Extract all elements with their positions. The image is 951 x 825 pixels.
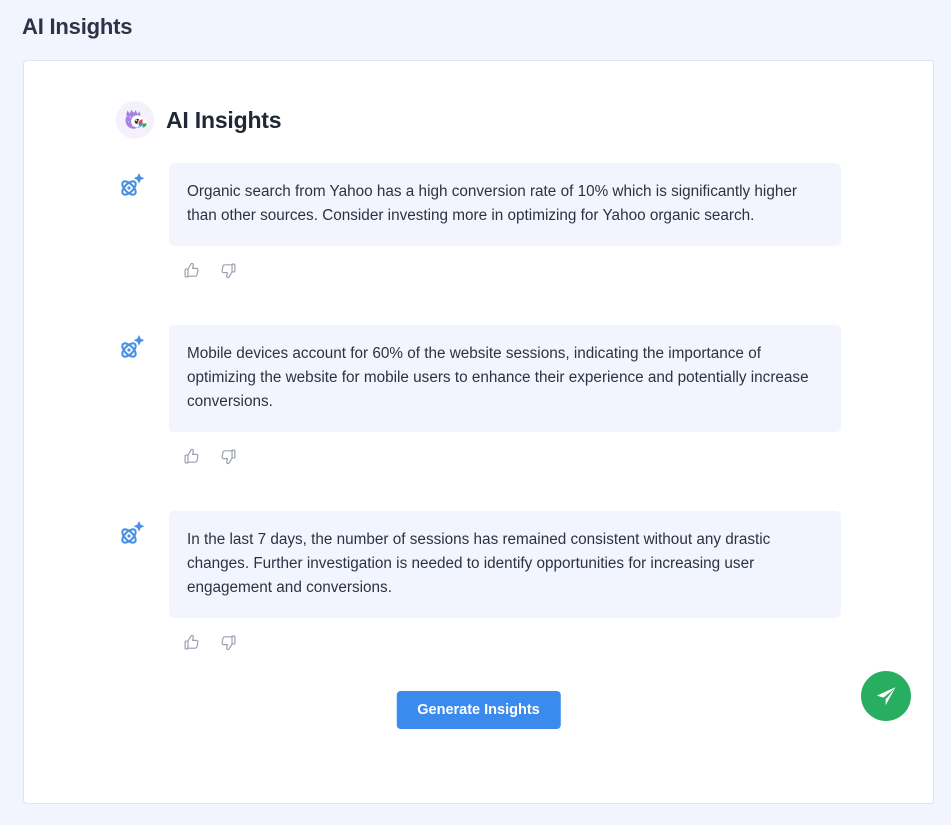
insight-text: In the last 7 days, the number of sessio… (169, 511, 841, 618)
thumbs-up-icon[interactable] (180, 445, 202, 467)
insight-body: Organic search from Yahoo has a high con… (169, 163, 841, 281)
insights-list: Organic search from Yahoo has a high con… (24, 163, 933, 653)
insight-body: In the last 7 days, the number of sessio… (169, 511, 841, 653)
feedback-controls (180, 259, 841, 281)
thumbs-down-icon[interactable] (217, 445, 239, 467)
insight-item: In the last 7 days, the number of sessio… (24, 511, 933, 653)
insight-item: Mobile devices account for 60% of the we… (24, 325, 933, 467)
mascot-avatar (116, 101, 154, 139)
thumbs-up-icon[interactable] (180, 259, 202, 281)
ai-insights-card: AI Insights Organic search from Yahoo ha… (23, 60, 934, 804)
ai-sparkle-atom-icon (116, 518, 146, 548)
feedback-controls (180, 445, 841, 467)
insight-text: Organic search from Yahoo has a high con… (169, 163, 841, 246)
generate-insights-button[interactable]: Generate Insights (396, 691, 561, 729)
card-footer: Generate Insights (24, 671, 933, 761)
send-button[interactable] (861, 671, 911, 721)
page-title: AI Insights (22, 14, 133, 39)
insight-text: Mobile devices account for 60% of the we… (169, 325, 841, 432)
thumbs-down-icon[interactable] (217, 259, 239, 281)
insight-spacer (24, 467, 933, 511)
feedback-controls (180, 631, 841, 653)
ai-sparkle-atom-icon (116, 332, 146, 362)
send-paper-plane-icon (876, 687, 896, 706)
thumbs-up-icon[interactable] (180, 631, 202, 653)
insight-item: Organic search from Yahoo has a high con… (24, 163, 933, 281)
insight-body: Mobile devices account for 60% of the we… (169, 325, 841, 467)
insight-spacer (24, 281, 933, 325)
ai-sparkle-atom-icon (116, 170, 146, 200)
card-title: AI Insights (166, 106, 282, 133)
thumbs-down-icon[interactable] (217, 631, 239, 653)
card-header: AI Insights (24, 61, 933, 139)
